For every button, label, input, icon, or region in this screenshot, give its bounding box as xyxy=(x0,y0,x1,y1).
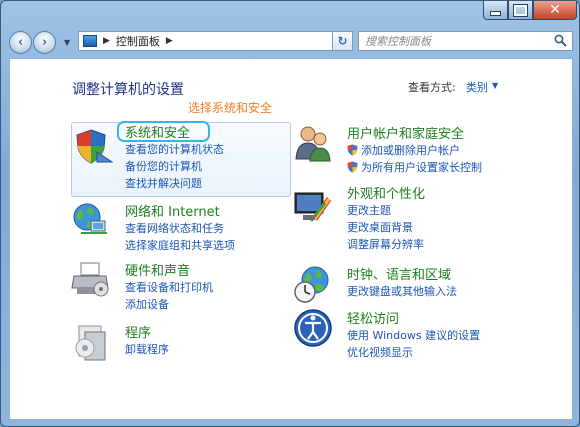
link-change-theme[interactable]: 更改主题 xyxy=(347,202,391,218)
recent-pages-dropdown[interactable]: ▼ xyxy=(64,38,70,47)
category-title-hardware[interactable]: 硬件和声音 xyxy=(125,260,190,279)
breadcrumb-control-panel[interactable]: 控制面板 xyxy=(116,33,160,49)
minimize-icon xyxy=(490,11,501,16)
link-desktop-background[interactable]: 更改桌面背景 xyxy=(347,219,413,235)
page-title: 调整计算机的设置 xyxy=(72,82,184,98)
link-label: 添加或删除用户帐户 xyxy=(361,144,460,157)
category-programs: 程序 卸载程序 xyxy=(71,322,291,362)
breadcrumb-separator-icon[interactable]: ▶ xyxy=(166,36,173,46)
window-frame: ✕ ‹ › ▼ ▶ 控制面板 ▶ ▼ ↻ 调整计算机的设置 选择系统和安全 查看… xyxy=(0,0,580,427)
search-input[interactable] xyxy=(365,33,545,49)
category-user-accounts: 用户帐户和家庭安全 添加或删除用户帐户 为所有用户设置家长控制 xyxy=(293,123,563,174)
link-homegroup-sharing[interactable]: 选择家庭组和共享选项 xyxy=(125,237,235,253)
link-devices-printers[interactable]: 查看设备和打印机 xyxy=(125,279,213,295)
chevron-down-icon[interactable]: ▼ xyxy=(492,81,498,90)
users-icon xyxy=(295,126,331,162)
network-globe-icon xyxy=(73,203,107,234)
category-title-network[interactable]: 网络和 Internet xyxy=(125,201,220,220)
link-troubleshoot[interactable]: 查找并解决问题 xyxy=(125,175,202,191)
link-view-computer-status[interactable]: 查看您的计算机状态 xyxy=(125,141,224,157)
instruction-hint: 选择系统和安全 xyxy=(188,101,273,115)
minimize-button[interactable] xyxy=(483,1,508,20)
search-icon[interactable] xyxy=(554,34,567,47)
clock-globe-icon xyxy=(294,266,329,303)
view-by-dropdown[interactable]: 类别 xyxy=(466,79,488,95)
category-title-programs[interactable]: 程序 xyxy=(125,322,151,341)
link-parental-controls[interactable]: 为所有用户设置家长控制 xyxy=(347,159,482,175)
uac-shield-icon xyxy=(347,161,358,173)
link-change-input-method[interactable]: 更改键盘或其他输入法 xyxy=(347,283,457,299)
link-optimize-display[interactable]: 优化视频显示 xyxy=(347,344,413,360)
control-panel-icon xyxy=(83,35,97,47)
view-by-label: 查看方式: xyxy=(408,81,456,94)
link-recommended-settings[interactable]: 使用 Windows 建议的设置 xyxy=(347,327,480,343)
category-network: 网络和 Internet 查看网络状态和任务 选择家庭组和共享选项 xyxy=(71,201,291,252)
search-box[interactable] xyxy=(358,31,573,51)
breadcrumb-separator-icon[interactable]: ▶ xyxy=(103,36,110,46)
category-title-clock[interactable]: 时钟、语言和区域 xyxy=(347,264,451,283)
link-label: 为所有用户设置家长控制 xyxy=(361,161,482,174)
close-button[interactable]: ✕ xyxy=(533,1,577,20)
link-view-network-status[interactable]: 查看网络状态和任务 xyxy=(125,220,224,236)
back-arrow-icon: ‹ xyxy=(17,35,24,50)
category-title-ease-of-access[interactable]: 轻松访问 xyxy=(347,308,399,327)
category-title-appearance[interactable]: 外观和个性化 xyxy=(347,183,425,202)
printer-icon xyxy=(71,262,109,297)
content-pane: 调整计算机的设置 选择系统和安全 查看方式: 类别 ▼ 系统和安全 查看您的计算… xyxy=(9,58,573,420)
link-add-remove-user[interactable]: 添加或删除用户帐户 xyxy=(347,142,460,158)
maximize-button[interactable] xyxy=(508,1,533,20)
uac-shield-icon xyxy=(347,144,358,156)
category-hardware: 硬件和声音 查看设备和打印机 添加设备 xyxy=(71,260,291,311)
refresh-icon: ↻ xyxy=(337,34,348,48)
selection-circle xyxy=(117,121,210,142)
security-shield-icon xyxy=(76,129,114,164)
category-clock-language-region: 时钟、语言和区域 更改键盘或其他输入法 xyxy=(293,264,563,312)
forward-arrow-icon: › xyxy=(41,35,48,50)
refresh-button[interactable]: ↻ xyxy=(332,31,353,51)
link-uninstall-program[interactable]: 卸载程序 xyxy=(125,341,169,357)
appearance-icon xyxy=(294,192,331,222)
category-appearance: 外观和个性化 更改主题 更改桌面背景 调整屏幕分辨率 xyxy=(293,183,563,252)
category-title-user-accounts[interactable]: 用户帐户和家庭安全 xyxy=(347,123,464,142)
maximize-icon xyxy=(513,3,528,17)
category-ease-of-access: 轻松访问 使用 Windows 建议的设置 优化视频显示 xyxy=(293,308,563,359)
close-icon: ✕ xyxy=(549,2,561,18)
navigation-buttons: ‹ › xyxy=(9,31,59,55)
ease-of-access-icon xyxy=(294,309,332,347)
programs-icon xyxy=(75,325,106,361)
forward-button[interactable]: › xyxy=(33,31,56,54)
link-add-device[interactable]: 添加设备 xyxy=(125,296,169,312)
link-screen-resolution[interactable]: 调整屏幕分辨率 xyxy=(347,236,424,252)
link-backup-computer[interactable]: 备份您的计算机 xyxy=(125,158,202,174)
back-button[interactable]: ‹ xyxy=(9,31,32,54)
address-bar[interactable]: ▶ 控制面板 ▶ ▼ xyxy=(78,31,353,51)
